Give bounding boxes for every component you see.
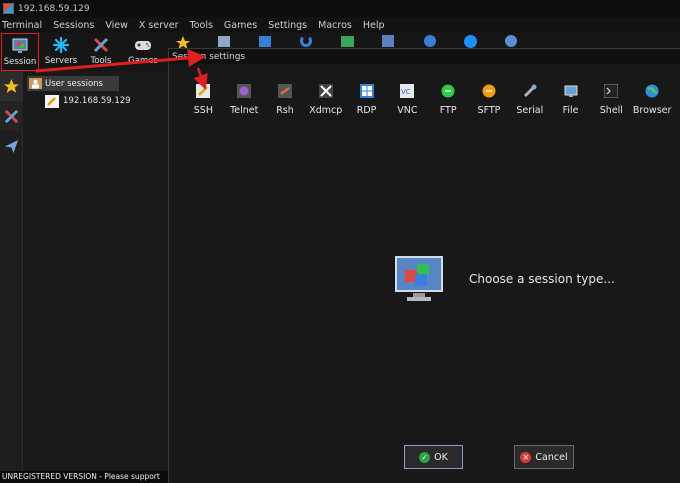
servers-button-label: Servers <box>44 56 78 66</box>
window-title: 192.168.59.129 <box>18 3 90 14</box>
menu-x-server[interactable]: X server <box>139 20 179 31</box>
rdp-icon <box>359 83 375 99</box>
session-type-telnet[interactable]: Telnet <box>224 83 265 116</box>
session-type-xdmcp[interactable]: Xdmcp <box>305 83 346 116</box>
session-type-browser[interactable]: Browser <box>632 83 673 116</box>
shell-icon <box>603 83 619 99</box>
session-type-vnc[interactable]: VC VNC <box>387 83 428 116</box>
session-settings-dialog: Session settings SSH Telnet Rsh Xdmcp RD… <box>168 48 680 483</box>
session-list-item[interactable]: 192.168.59.129 <box>45 94 131 108</box>
menu-bar: Terminal Sessions View X server Tools Ga… <box>0 17 680 33</box>
session-type-ftp[interactable]: FTP <box>428 83 469 116</box>
tools-icon <box>92 36 110 54</box>
session-type-label: SSH <box>193 105 213 116</box>
menu-view[interactable]: View <box>105 20 128 31</box>
session-type-shell[interactable]: Shell <box>591 83 632 116</box>
xdmcp-icon <box>318 83 334 99</box>
session-type-label: File <box>562 105 579 116</box>
session-type-label: RDP <box>356 105 377 116</box>
xserver-icon[interactable] <box>505 35 517 47</box>
user-sessions-folder[interactable]: User sessions <box>27 76 119 91</box>
svg-text:VC: VC <box>401 88 411 96</box>
menu-settings[interactable]: Settings <box>268 20 307 31</box>
split-icon[interactable] <box>259 36 271 47</box>
tools-rail-icon <box>4 109 19 123</box>
session-type-rdp[interactable]: RDP <box>346 83 387 116</box>
session-type-serial[interactable]: Serial <box>509 83 550 116</box>
session-icon <box>11 37 29 55</box>
menu-macros[interactable]: Macros <box>318 20 352 31</box>
games-icon <box>134 36 152 54</box>
view-icon[interactable] <box>218 36 230 47</box>
rsh-icon <box>277 83 293 99</box>
cancel-button-label: Cancel <box>535 451 568 463</box>
ssh-key-icon <box>45 94 59 108</box>
menu-help[interactable]: Help <box>363 20 385 31</box>
ssh-icon <box>195 83 211 99</box>
session-button-label: Session <box>3 57 37 67</box>
check-icon: ✓ <box>419 451 431 463</box>
games-button-label: Games <box>128 56 158 66</box>
globe-icon <box>644 83 660 99</box>
session-type-file[interactable]: File <box>550 83 591 116</box>
app-window: 192.168.59.129 Terminal Sessions View X … <box>0 0 680 483</box>
vnc-icon: VC <box>399 83 415 99</box>
serial-icon <box>522 83 538 99</box>
session-type-label: Rsh <box>276 105 294 116</box>
dialog-title-bar: Session settings <box>169 49 680 64</box>
session-type-ssh[interactable]: SSH <box>183 83 224 116</box>
session-type-label: Telnet <box>230 105 259 116</box>
user-folder-icon <box>29 78 42 89</box>
choose-session-area: Choose a session type... <box>395 256 615 302</box>
session-type-label: VNC <box>397 105 418 116</box>
user-sessions-label: User sessions <box>45 78 103 89</box>
monitor-cubes-icon <box>395 256 443 301</box>
session-item-label: 192.168.59.129 <box>63 96 131 106</box>
session-type-list: SSH Telnet Rsh Xdmcp RDP VC VNC FTP SFTP… <box>183 83 673 116</box>
session-type-label: Shell <box>599 105 623 116</box>
ok-button[interactable]: ✓ OK <box>404 445 463 469</box>
telnet-icon <box>236 83 252 99</box>
ok-button-label: OK <box>434 451 448 463</box>
servers-icon <box>52 36 70 54</box>
session-type-label: SFTP <box>477 105 501 116</box>
session-type-label: Serial <box>516 105 544 116</box>
session-button[interactable]: Session <box>1 33 39 71</box>
tools-tab[interactable] <box>0 101 23 131</box>
title-bar: 192.168.59.129 <box>0 0 680 17</box>
sftp-icon <box>481 83 497 99</box>
games-button[interactable]: Games <box>124 33 162 71</box>
menu-tools[interactable]: Tools <box>190 20 213 31</box>
cancel-button[interactable]: ✕ Cancel <box>514 445 574 469</box>
menu-games[interactable]: Games <box>224 20 257 31</box>
close-icon: ✕ <box>520 451 532 463</box>
favorites-tab[interactable] <box>0 71 23 101</box>
paper-plane-icon <box>4 139 19 153</box>
send-tab[interactable] <box>0 131 23 161</box>
tunneling-icon[interactable] <box>341 36 354 47</box>
tools-button-label: Tools <box>90 56 112 66</box>
multiexec-icon[interactable] <box>300 35 312 47</box>
session-type-sftp[interactable]: SFTP <box>469 83 510 116</box>
app-logo-icon <box>3 3 14 14</box>
sessions-panel: User sessions 192.168.59.129 <box>23 71 168 471</box>
tools-button[interactable]: Tools <box>82 33 120 71</box>
star-icon <box>4 78 19 93</box>
file-icon <box>563 83 579 99</box>
dialog-title: Session settings <box>172 51 246 62</box>
servers-button[interactable]: Servers <box>42 33 80 71</box>
session-type-label: Browser <box>632 105 672 116</box>
session-type-label: Xdmcp <box>309 105 343 116</box>
left-sidebar-rail <box>0 71 23 471</box>
session-type-rsh[interactable]: Rsh <box>265 83 306 116</box>
menu-terminal[interactable]: Terminal <box>2 20 42 31</box>
menu-sessions[interactable]: Sessions <box>53 20 94 31</box>
session-type-label: FTP <box>439 105 457 116</box>
choose-session-prompt: Choose a session type... <box>469 272 615 286</box>
settings-gear-icon[interactable] <box>424 35 436 47</box>
help-icon[interactable] <box>464 35 477 48</box>
ftp-icon <box>440 83 456 99</box>
packages-icon[interactable] <box>382 35 394 47</box>
